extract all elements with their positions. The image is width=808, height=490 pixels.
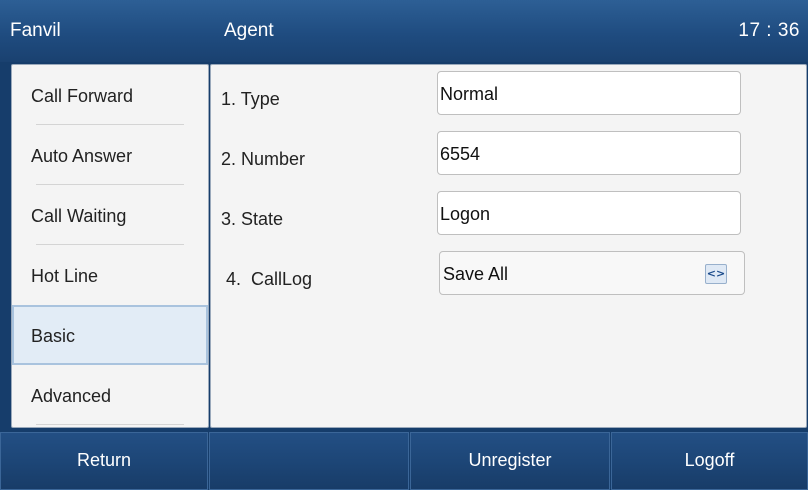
type-field[interactable]: Normal xyxy=(437,71,741,115)
state-field[interactable]: Logon xyxy=(437,191,741,235)
content-area: Call Forward Auto Answer Call Waiting Ho… xyxy=(0,62,808,430)
sidebar-item-label: Call Waiting xyxy=(31,206,127,226)
field-value: Normal xyxy=(440,84,499,104)
form-row-state: 3. State Logon xyxy=(211,185,806,239)
brand-label: Fanvil xyxy=(10,20,61,41)
field-label: 4. CallLog xyxy=(221,269,313,289)
field-value: Logon xyxy=(440,204,491,224)
blank-softkey[interactable] xyxy=(209,432,409,490)
form-row-number: 2. Number 6554 xyxy=(211,125,806,179)
sidebar-item-advanced[interactable]: Advanced xyxy=(12,365,208,425)
number-field[interactable]: 6554 xyxy=(437,131,741,175)
return-button[interactable]: Return xyxy=(0,432,208,490)
sidebar-item-call-forward[interactable]: Call Forward xyxy=(12,65,208,125)
field-label: 3. State xyxy=(221,209,284,229)
sidebar-item-label: Basic xyxy=(31,326,76,346)
title-bar: Fanvil Agent 17 : 36 xyxy=(0,0,808,62)
sidebar-item-basic[interactable]: Basic xyxy=(12,305,208,365)
sidebar-item-label: Advanced xyxy=(31,386,112,406)
field-label: 2. Number xyxy=(221,149,306,169)
sidebar-item-label: Auto Answer xyxy=(31,146,133,166)
sidebar-item-label: Hot Line xyxy=(31,266,99,286)
field-label: 1. Type xyxy=(221,89,280,109)
sidebar-item-call-waiting[interactable]: Call Waiting xyxy=(12,185,208,245)
form-row-calllog: 4. CallLog Save All <> xyxy=(211,245,806,299)
sidebar-item-auto-answer[interactable]: Auto Answer xyxy=(12,125,208,185)
page-title: Agent xyxy=(224,20,274,41)
settings-panel: 1. Type Normal 2. Number 6554 3. State L… xyxy=(210,64,807,428)
unregister-button[interactable]: Unregister xyxy=(410,432,610,490)
left-right-arrows-icon[interactable]: <> xyxy=(705,264,727,284)
sidebar-item-hot-line[interactable]: Hot Line xyxy=(12,245,208,305)
sidebar-item-label: Call Forward xyxy=(31,86,134,106)
logoff-button[interactable]: Logoff xyxy=(611,432,808,490)
softkey-bar: Return Unregister Logoff xyxy=(0,430,808,490)
field-value: 6554 xyxy=(440,144,481,164)
calllog-selector[interactable]: Save All <> xyxy=(439,251,745,295)
divider xyxy=(36,424,184,425)
sidebar-menu: Call Forward Auto Answer Call Waiting Ho… xyxy=(11,64,209,428)
form-row-type: 1. Type Normal xyxy=(211,65,806,119)
field-value: Save All xyxy=(443,264,509,284)
phone-screen: Fanvil Agent 17 : 36 Call Forward Auto A… xyxy=(0,0,808,490)
clock: 17 : 36 xyxy=(738,20,800,41)
